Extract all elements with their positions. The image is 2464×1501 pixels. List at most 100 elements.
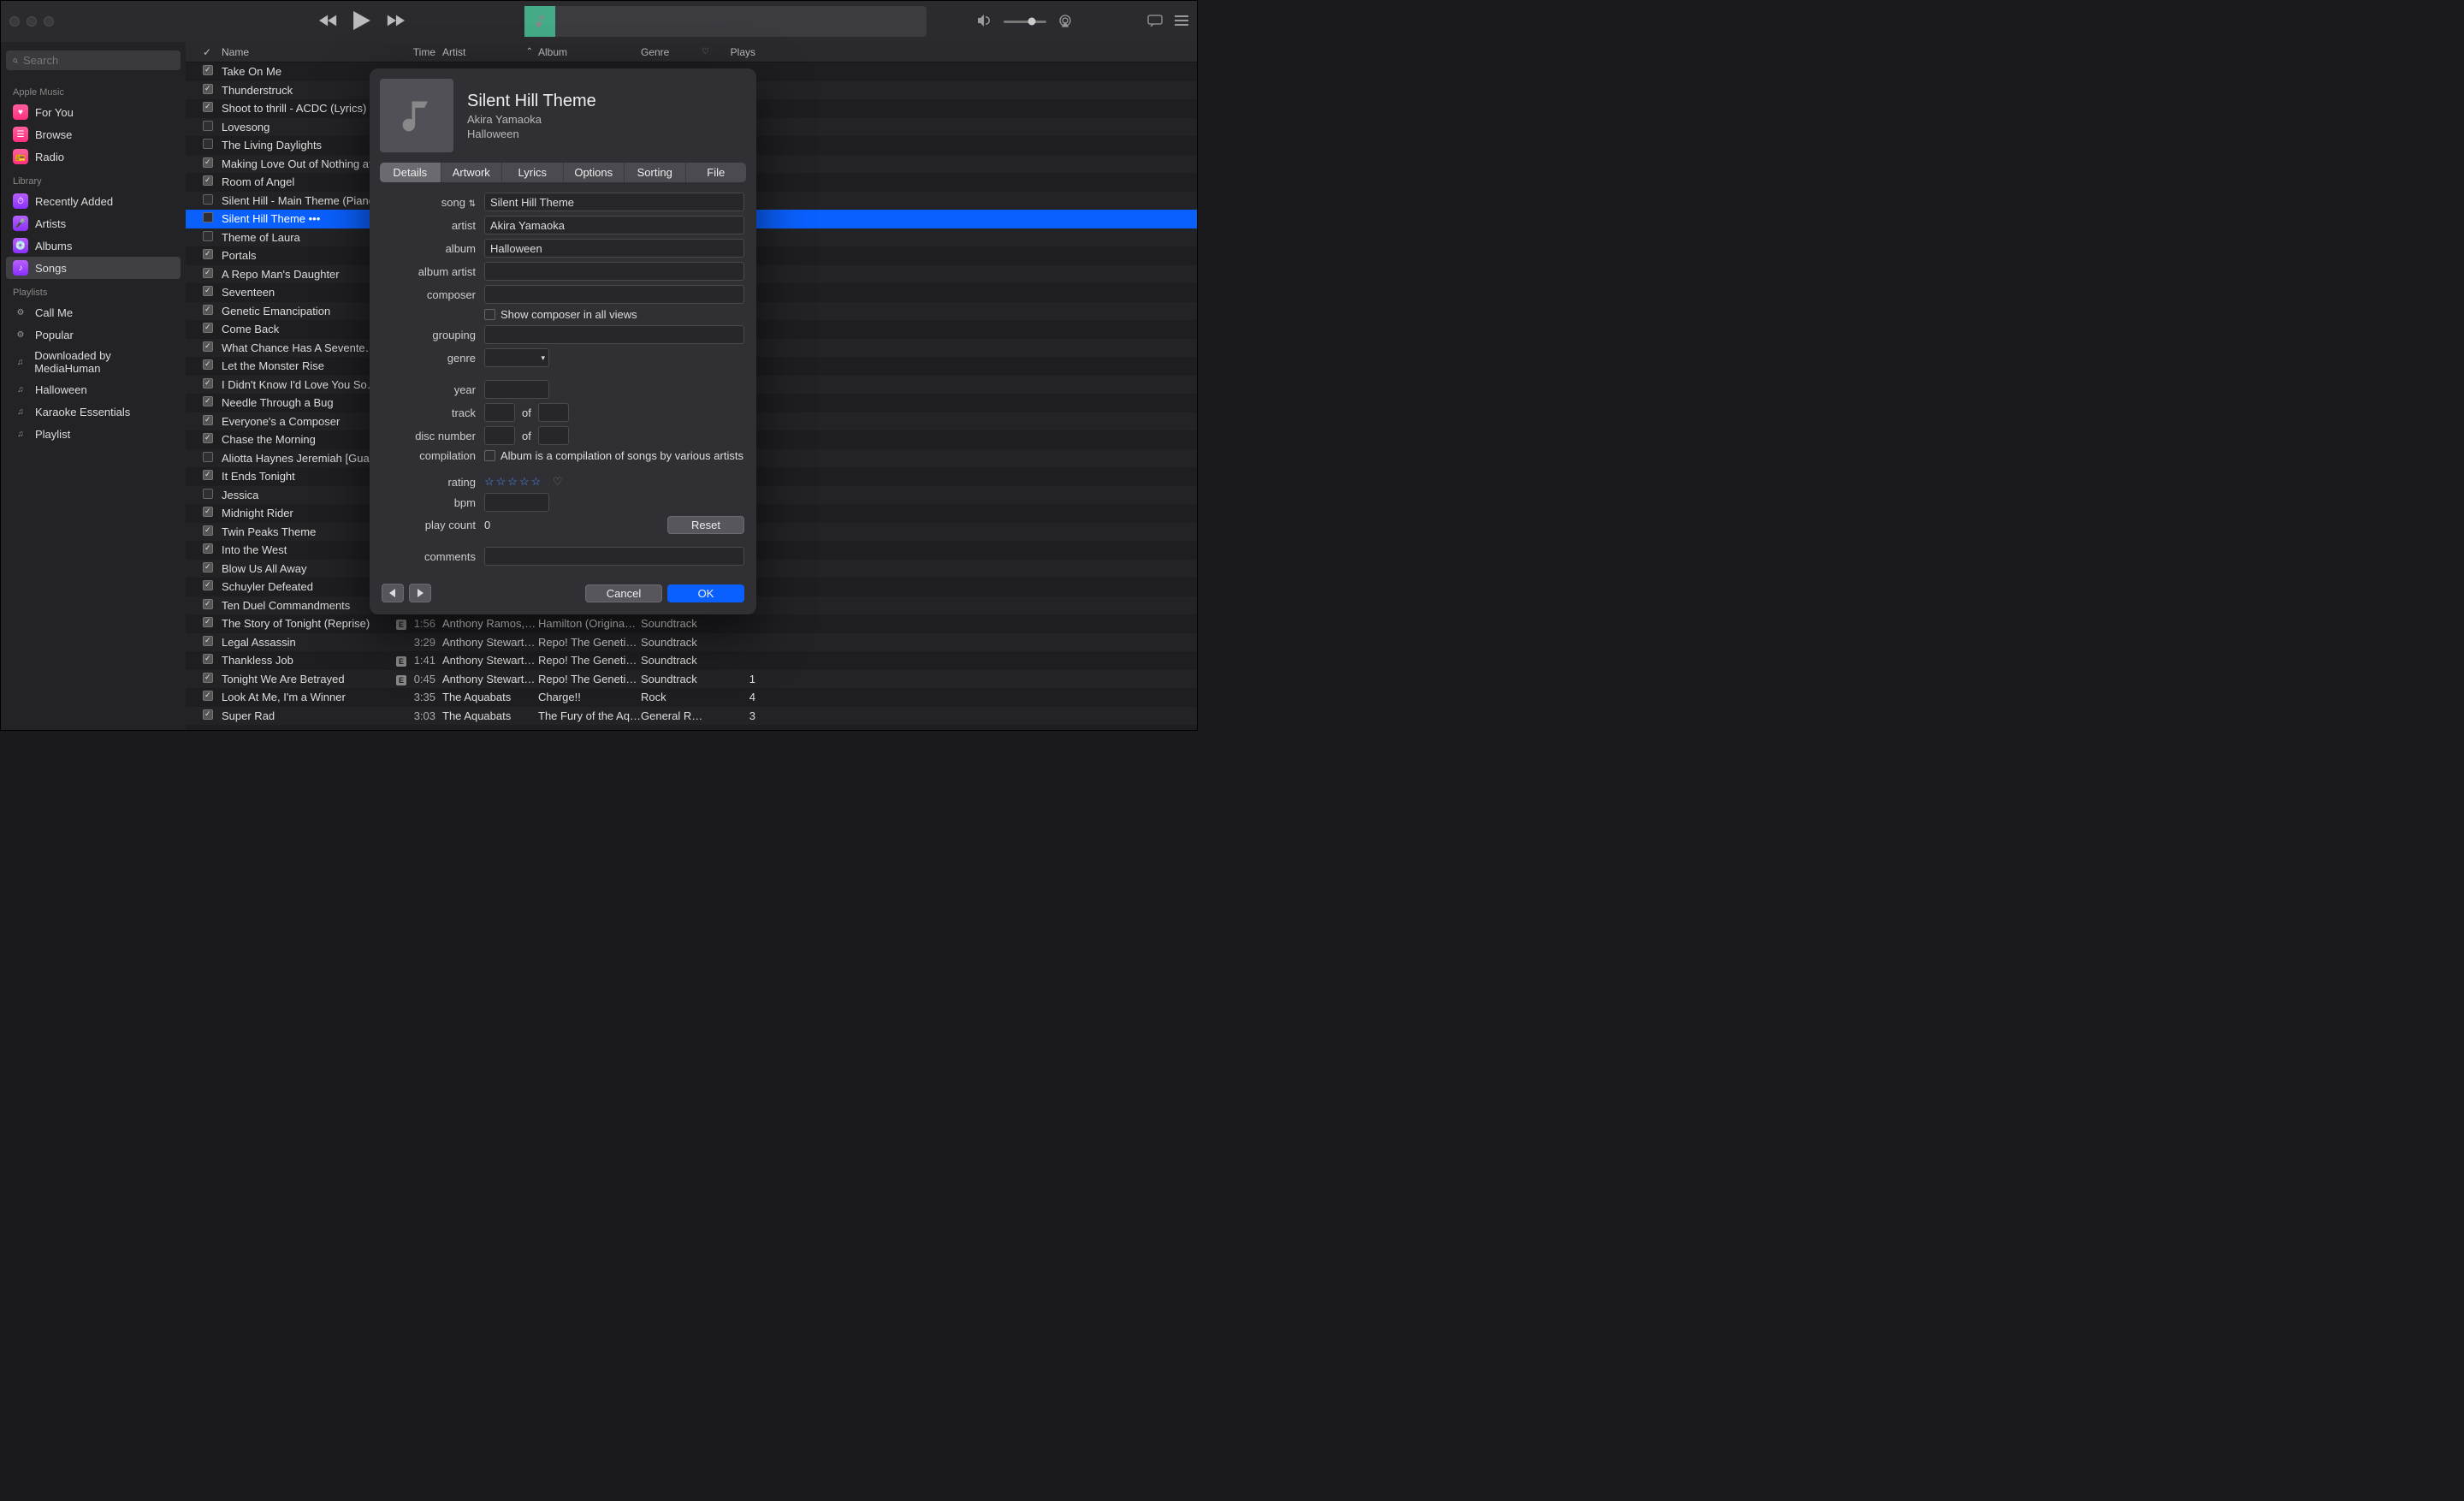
track-checkbox[interactable] [203, 691, 213, 701]
track-checkbox[interactable] [203, 341, 213, 352]
dialog-tabs[interactable]: DetailsArtworkLyricsOptionsSortingFile [380, 163, 746, 182]
track-row[interactable]: Tonight We Are BetrayedE0:45Anthony Stew… [186, 670, 1197, 689]
sidebar-playlist-item[interactable]: ⚙Popular [6, 323, 181, 346]
track-checkbox[interactable] [203, 84, 213, 94]
previous-track-icon[interactable] [319, 14, 338, 30]
airplay-icon[interactable] [1058, 14, 1072, 30]
track-checkbox[interactable] [203, 636, 213, 646]
track-checkbox[interactable] [203, 507, 213, 517]
track-checkbox[interactable] [203, 249, 213, 259]
track-checkbox[interactable] [203, 139, 213, 149]
track-checkbox[interactable] [203, 580, 213, 590]
minimize-window-icon[interactable] [27, 16, 37, 27]
track-checkbox[interactable] [203, 305, 213, 315]
track-checkbox[interactable] [203, 212, 213, 222]
artist-field[interactable] [484, 216, 744, 234]
column-artist[interactable]: Artist ⌃ [442, 46, 538, 58]
track-row[interactable]: The Story of Tonight (Reprise)E1:56Antho… [186, 614, 1197, 633]
track-checkbox[interactable] [203, 378, 213, 389]
tab-artwork[interactable]: Artwork [441, 163, 503, 182]
sidebar-playlist-item[interactable]: ♫Halloween [6, 378, 181, 400]
sidebar-playlist-item[interactable]: ♫Karaoke Essentials [6, 400, 181, 423]
lyrics-icon[interactable] [1147, 15, 1163, 29]
track-checkbox[interactable] [203, 194, 213, 205]
search-field[interactable] [6, 50, 181, 70]
disc-number-field[interactable] [484, 426, 515, 445]
love-icon[interactable]: ♡ [553, 475, 563, 488]
sidebar-playlist-item[interactable]: ♫Playlist [6, 423, 181, 445]
track-checkbox[interactable] [203, 525, 213, 536]
track-checkbox[interactable] [203, 617, 213, 627]
tab-lyrics[interactable]: Lyrics [502, 163, 564, 182]
disc-total-field[interactable] [538, 426, 569, 445]
track-checkbox[interactable] [203, 231, 213, 241]
genre-select[interactable]: ▾ [484, 348, 549, 367]
compilation-checkbox[interactable] [484, 450, 495, 461]
cancel-button[interactable]: Cancel [585, 584, 662, 602]
track-total-field[interactable] [538, 403, 569, 422]
tab-details[interactable]: Details [380, 163, 441, 182]
track-checkbox[interactable] [203, 157, 213, 168]
column-headers[interactable]: ✓ Name Time Artist ⌃ Album Genre ♡ Plays [186, 42, 1197, 62]
track-checkbox[interactable] [203, 489, 213, 499]
sidebar-item-browse[interactable]: ☰Browse [6, 123, 181, 145]
volume-slider[interactable] [1004, 21, 1046, 23]
track-checkbox[interactable] [203, 562, 213, 573]
sidebar-item-radio[interactable]: 📻Radio [6, 145, 181, 168]
song-field[interactable] [484, 193, 744, 211]
track-checkbox[interactable] [203, 102, 213, 112]
track-checkbox[interactable] [203, 415, 213, 425]
track-checkbox[interactable] [203, 673, 213, 683]
track-checkbox[interactable] [203, 470, 213, 480]
track-checkbox[interactable] [203, 709, 213, 720]
track-checkbox[interactable] [203, 599, 213, 609]
tab-file[interactable]: File [686, 163, 747, 182]
tab-options[interactable]: Options [564, 163, 625, 182]
sidebar-item-songs[interactable]: ♪Songs [6, 257, 181, 279]
track-checkbox[interactable] [203, 654, 213, 664]
column-album[interactable]: Album [538, 46, 641, 58]
sidebar-item-albums[interactable]: 💿Albums [6, 234, 181, 257]
sidebar-playlist-item[interactable]: ⚙Call Me [6, 301, 181, 323]
reset-button[interactable]: Reset [667, 516, 744, 534]
track-checkbox[interactable] [203, 396, 213, 406]
sidebar-playlist-item[interactable]: ♫Downloaded by MediaHuman [6, 346, 181, 378]
search-input[interactable] [23, 54, 174, 67]
list-icon[interactable] [1175, 15, 1188, 28]
grouping-field[interactable] [484, 325, 744, 344]
column-check[interactable]: ✓ [203, 46, 216, 58]
dialog-artwork[interactable] [380, 79, 453, 152]
track-row[interactable]: Super Rad3:03The AquabatsThe Fury of the… [186, 707, 1197, 726]
prev-song-button[interactable] [382, 584, 404, 602]
track-checkbox[interactable] [203, 268, 213, 278]
rating-stars[interactable]: ☆☆☆☆☆ [484, 475, 542, 488]
next-song-button[interactable] [409, 584, 431, 602]
next-track-icon[interactable] [386, 14, 405, 30]
sidebar-item-for you[interactable]: ♥For You [6, 101, 181, 123]
sidebar-item-recently added[interactable]: ⏱Recently Added [6, 190, 181, 212]
track-checkbox[interactable] [203, 543, 213, 554]
column-genre[interactable]: Genre ♡ [641, 46, 714, 58]
comments-field[interactable] [484, 547, 744, 566]
track-number-field[interactable] [484, 403, 515, 422]
track-row[interactable]: Legal Assassin3:29Anthony Stewart…Repo! … [186, 633, 1197, 652]
track-checkbox[interactable] [203, 452, 213, 462]
column-plays[interactable]: Plays [714, 46, 755, 58]
track-checkbox[interactable] [203, 359, 213, 370]
tab-sorting[interactable]: Sorting [625, 163, 686, 182]
track-checkbox[interactable] [203, 65, 213, 75]
year-field[interactable] [484, 380, 549, 399]
composer-field[interactable] [484, 285, 744, 304]
track-checkbox[interactable] [203, 286, 213, 296]
track-checkbox[interactable] [203, 433, 213, 443]
track-row[interactable]: Thankless JobE1:41Anthony Stewart…Repo! … [186, 651, 1197, 670]
sidebar-item-artists[interactable]: 🎤Artists [6, 212, 181, 234]
column-name[interactable]: Name [216, 46, 396, 58]
ok-button[interactable]: OK [667, 584, 744, 602]
now-playing-display[interactable] [524, 6, 927, 37]
zoom-window-icon[interactable] [44, 16, 54, 27]
close-window-icon[interactable] [9, 16, 20, 27]
favorite-filter-icon[interactable]: ♡ [702, 47, 709, 56]
bpm-field[interactable] [484, 493, 549, 512]
column-time[interactable]: Time [396, 46, 442, 58]
